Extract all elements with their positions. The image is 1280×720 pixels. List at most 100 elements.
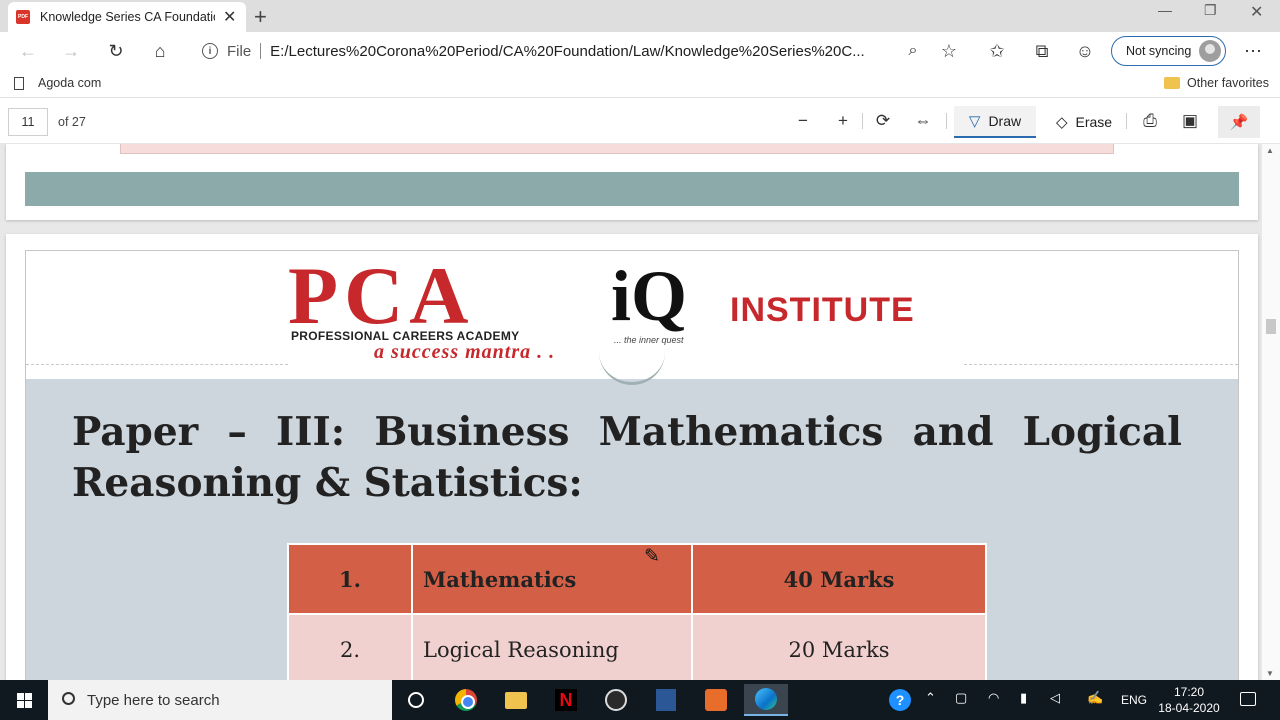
draw-label: Draw <box>988 113 1022 129</box>
table-cell-marks: 20 Marks <box>691 613 987 680</box>
pdf-viewport[interactable]: PCA PROFESSIONAL CAREERS ACADEMY a succe… <box>0 144 1280 680</box>
page-total: of 27 <box>58 115 86 129</box>
clock-date: 18-04-2020 <box>1158 701 1220 715</box>
current-page: PCA PROFESSIONAL CAREERS ACADEMY a succe… <box>6 234 1258 680</box>
save-icon[interactable]: ▣ <box>1179 110 1201 132</box>
scroll-down-icon[interactable]: ▼ <box>1266 669 1274 678</box>
show-hidden-icons-icon[interactable]: ⌃ <box>925 690 936 706</box>
wifi-icon[interactable]: ◠ <box>988 690 999 706</box>
feedback-icon[interactable]: ☺ <box>1072 38 1098 64</box>
edge-app[interactable] <box>744 684 788 716</box>
logo-header: PCA PROFESSIONAL CAREERS ACADEMY a succe… <box>26 251 1238 385</box>
new-tab-icon[interactable]: + <box>254 4 267 30</box>
start-button[interactable] <box>0 680 48 720</box>
close-window-icon[interactable]: ✕ <box>1250 2 1263 22</box>
language-indicator[interactable]: ENG <box>1121 693 1147 707</box>
pen-icon: ▽ <box>968 113 981 130</box>
scheme-label: File <box>227 42 252 60</box>
back-icon[interactable]: ← <box>15 38 41 64</box>
netflix-icon: N <box>555 689 577 711</box>
toolbar-divider <box>946 113 947 129</box>
iq-institute-text: INSTITUTE <box>730 291 915 329</box>
forward-icon[interactable]: → <box>58 38 84 64</box>
microphone-icon[interactable]: ▮ <box>1020 690 1027 706</box>
minimize-icon[interactable]: — <box>1158 2 1172 18</box>
page-number-input[interactable]: 11 <box>8 108 48 136</box>
system-clock[interactable]: 17:20 18-04-2020 <box>1152 684 1226 716</box>
favorite-star-icon[interactable]: ☆ <box>936 38 962 64</box>
tab-active[interactable]: PDF Knowledge Series CA Foundation ✕ <box>8 2 246 32</box>
favorite-label: Agoda com <box>38 76 102 90</box>
info-icon[interactable]: i <box>202 43 218 59</box>
fit-width-icon[interactable]: ⇔ <box>912 110 934 132</box>
iq-tagline: ... the inner quest <box>614 335 684 345</box>
pin-toolbar-button[interactable]: 📌 <box>1218 106 1260 138</box>
previous-page-table <box>120 144 1114 154</box>
address-separator <box>260 43 262 59</box>
volume-icon[interactable]: ◁ <box>1050 690 1060 706</box>
obs-app[interactable] <box>594 684 638 716</box>
chrome-app[interactable] <box>444 684 488 716</box>
table-row: 1. Mathematics 40 Marks <box>287 543 987 615</box>
eraser-icon: ◇ <box>1055 114 1068 131</box>
zoom-out-icon[interactable]: − <box>792 110 814 132</box>
favorite-item[interactable]: Agoda com <box>14 76 101 90</box>
restore-icon[interactable]: ❐ <box>1204 2 1217 19</box>
word-app[interactable] <box>644 684 688 716</box>
avatar <box>1199 40 1221 62</box>
header-divider-left <box>26 364 288 365</box>
refresh-icon[interactable]: ↻ <box>103 38 129 64</box>
table-cell-number: 2. <box>287 613 413 680</box>
scroll-up-icon[interactable]: ▲ <box>1266 146 1274 155</box>
taskbar-search[interactable]: Type here to search <box>48 680 392 720</box>
pen-workspace-icon[interactable]: ✍ <box>1087 690 1103 706</box>
print-icon[interactable]: ⎙ <box>1139 110 1161 132</box>
tab-title: Knowledge Series CA Foundation <box>40 10 215 24</box>
chrome-icon <box>455 689 477 711</box>
pdf-icon: PDF <box>16 10 30 24</box>
home-icon[interactable]: ⌂ <box>147 38 173 64</box>
word-icon <box>656 689 676 711</box>
search-icon <box>62 691 75 705</box>
cortana-icon <box>408 692 424 708</box>
file-explorer-icon <box>505 691 527 709</box>
scroll-thumb[interactable] <box>1266 319 1276 334</box>
header-divider-right <box>964 364 1238 365</box>
other-favorites[interactable]: Other favorites <box>1164 76 1269 90</box>
url-text[interactable]: E:/Lectures%20Corona%20Period/CA%20Found… <box>270 43 890 60</box>
navigation-bar: ← → ↻ ⌂ i File E:/Lectures%20Corona%20Pe… <box>0 32 1280 70</box>
help-icon[interactable]: ? <box>889 689 911 711</box>
vertical-scrollbar[interactable]: ▲ ▼ <box>1262 144 1280 680</box>
table-row: 2. Logical Reasoning 20 Marks <box>287 613 987 680</box>
netflix-app[interactable]: N <box>544 684 588 716</box>
draw-button[interactable]: ▽ Draw <box>954 106 1036 138</box>
clock-time: 17:20 <box>1173 685 1205 699</box>
collections-icon[interactable]: ⧉ <box>1029 38 1055 64</box>
erase-button[interactable]: ◇ Erase <box>1048 106 1120 138</box>
logo-swirl-ornament <box>599 349 665 385</box>
table-cell-marks: 40 Marks <box>691 543 987 615</box>
tray-app-icon[interactable]: ▢ <box>955 690 967 706</box>
marks-table: 1. Mathematics 40 Marks 2. Logical Reaso… <box>287 543 987 680</box>
address-bar[interactable]: i File E:/Lectures%20Corona%20Period/CA%… <box>190 35 968 67</box>
favorites-icon[interactable]: ✩ <box>984 38 1010 64</box>
other-favorites-label: Other favorites <box>1187 76 1269 90</box>
powerpoint-app[interactable] <box>694 684 738 716</box>
notification-center-icon[interactable] <box>1240 692 1256 706</box>
pca-logo: PCA <box>288 251 475 341</box>
pca-tagline: a success mantra . . <box>374 341 556 363</box>
table-cell-subject: Logical Reasoning <box>411 613 693 680</box>
more-menu-icon[interactable]: ⋯ <box>1240 38 1266 64</box>
close-tab-icon[interactable]: ✕ <box>223 7 236 27</box>
obs-icon <box>605 689 627 711</box>
rotate-icon[interactable]: ⟳ <box>872 110 894 132</box>
file-explorer-app[interactable] <box>494 684 538 716</box>
zoom-icon[interactable]: ⌕ <box>900 38 926 64</box>
powerpoint-icon <box>705 689 727 711</box>
cortana-button[interactable] <box>394 684 438 716</box>
page-icon <box>14 76 24 90</box>
profile-sync-button[interactable]: Not syncing <box>1111 36 1226 66</box>
zoom-in-icon[interactable]: + <box>832 110 854 132</box>
tab-strip: PDF Knowledge Series CA Foundation ✕ + —… <box>0 0 1280 32</box>
taskbar: Type here to search N ? ⌃ ▢ ◠ ▮ ◁ ✍ ENG … <box>0 680 1280 720</box>
